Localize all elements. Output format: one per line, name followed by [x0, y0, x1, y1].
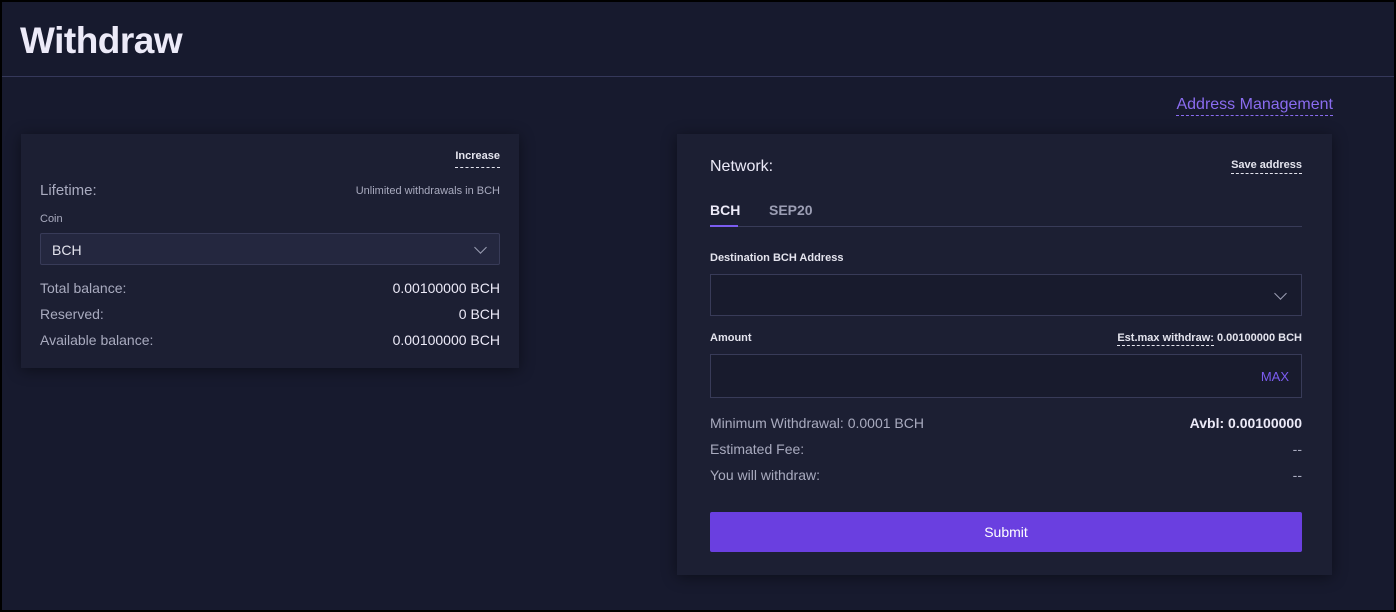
chevron-down-icon: [474, 241, 487, 254]
network-tabs: BCH SEP20: [710, 200, 1302, 227]
available-balance-label: Available balance:: [40, 332, 154, 348]
tab-sep20[interactable]: SEP20: [769, 202, 813, 227]
est-max-withdraw: Est.max withdraw: 0.00100000 BCH: [1117, 332, 1302, 346]
reserved-row: Reserved: 0 BCH: [40, 306, 500, 324]
amount-label: Amount: [710, 332, 752, 344]
estimated-fee-label: Estimated Fee:: [710, 441, 805, 457]
submit-button[interactable]: Submit: [710, 512, 1302, 552]
destination-address-label: Destination BCH Address: [710, 252, 844, 264]
available-balance-row: Available balance: 0.00100000 BCH: [40, 332, 500, 350]
reserved-value: 0 BCH: [458, 306, 500, 322]
address-management-link[interactable]: Address Management: [1176, 96, 1333, 116]
coin-select[interactable]: BCH: [40, 233, 500, 265]
network-label: Network:: [710, 158, 774, 175]
withdraw-form-card: Network: Save address BCH SEP20 Destinat…: [677, 134, 1332, 575]
chevron-down-icon: [1274, 287, 1287, 300]
destination-address-select[interactable]: [710, 274, 1302, 316]
lifetime-label: Lifetime:: [40, 182, 97, 199]
minimum-withdrawal-label: Minimum Withdrawal: 0.0001 BCH: [710, 415, 924, 431]
save-address-link[interactable]: Save address: [1231, 159, 1302, 174]
estimated-fee-row: Estimated Fee: --: [710, 441, 1302, 459]
coin-label: Coin: [40, 213, 63, 225]
reserved-label: Reserved:: [40, 306, 104, 322]
total-balance-value: 0.00100000 BCH: [392, 280, 500, 296]
page-title: Withdraw: [20, 20, 183, 61]
total-balance-label: Total balance:: [40, 280, 127, 296]
you-will-withdraw-row: You will withdraw: --: [710, 467, 1302, 485]
amount-field: MAX: [710, 354, 1302, 398]
increase-link[interactable]: Increase: [455, 150, 500, 168]
you-will-withdraw-value: --: [1292, 467, 1302, 483]
tab-bch[interactable]: BCH: [710, 202, 740, 227]
available-value: Avbl: 0.00100000: [1189, 415, 1302, 431]
page-header: Withdraw: [2, 2, 1394, 77]
estimated-fee-value: --: [1292, 441, 1302, 457]
you-will-withdraw-label: You will withdraw:: [710, 467, 820, 483]
est-max-withdraw-label[interactable]: Est.max withdraw:: [1117, 332, 1214, 346]
coin-select-value: BCH: [52, 242, 82, 258]
total-balance-row: Total balance: 0.00100000 BCH: [40, 280, 500, 298]
withdrawal-limits-card: Increase Lifetime: Unlimited withdrawals…: [21, 134, 519, 368]
est-max-withdraw-value: 0.00100000 BCH: [1216, 332, 1302, 344]
amount-input[interactable]: [711, 355, 1231, 397]
lifetime-value: Unlimited withdrawals in BCH: [355, 185, 500, 197]
max-button[interactable]: MAX: [1261, 369, 1289, 384]
available-balance-value: 0.00100000 BCH: [392, 332, 500, 348]
minimum-withdrawal-row: Minimum Withdrawal: 0.0001 BCH Avbl: 0.0…: [710, 415, 1302, 433]
